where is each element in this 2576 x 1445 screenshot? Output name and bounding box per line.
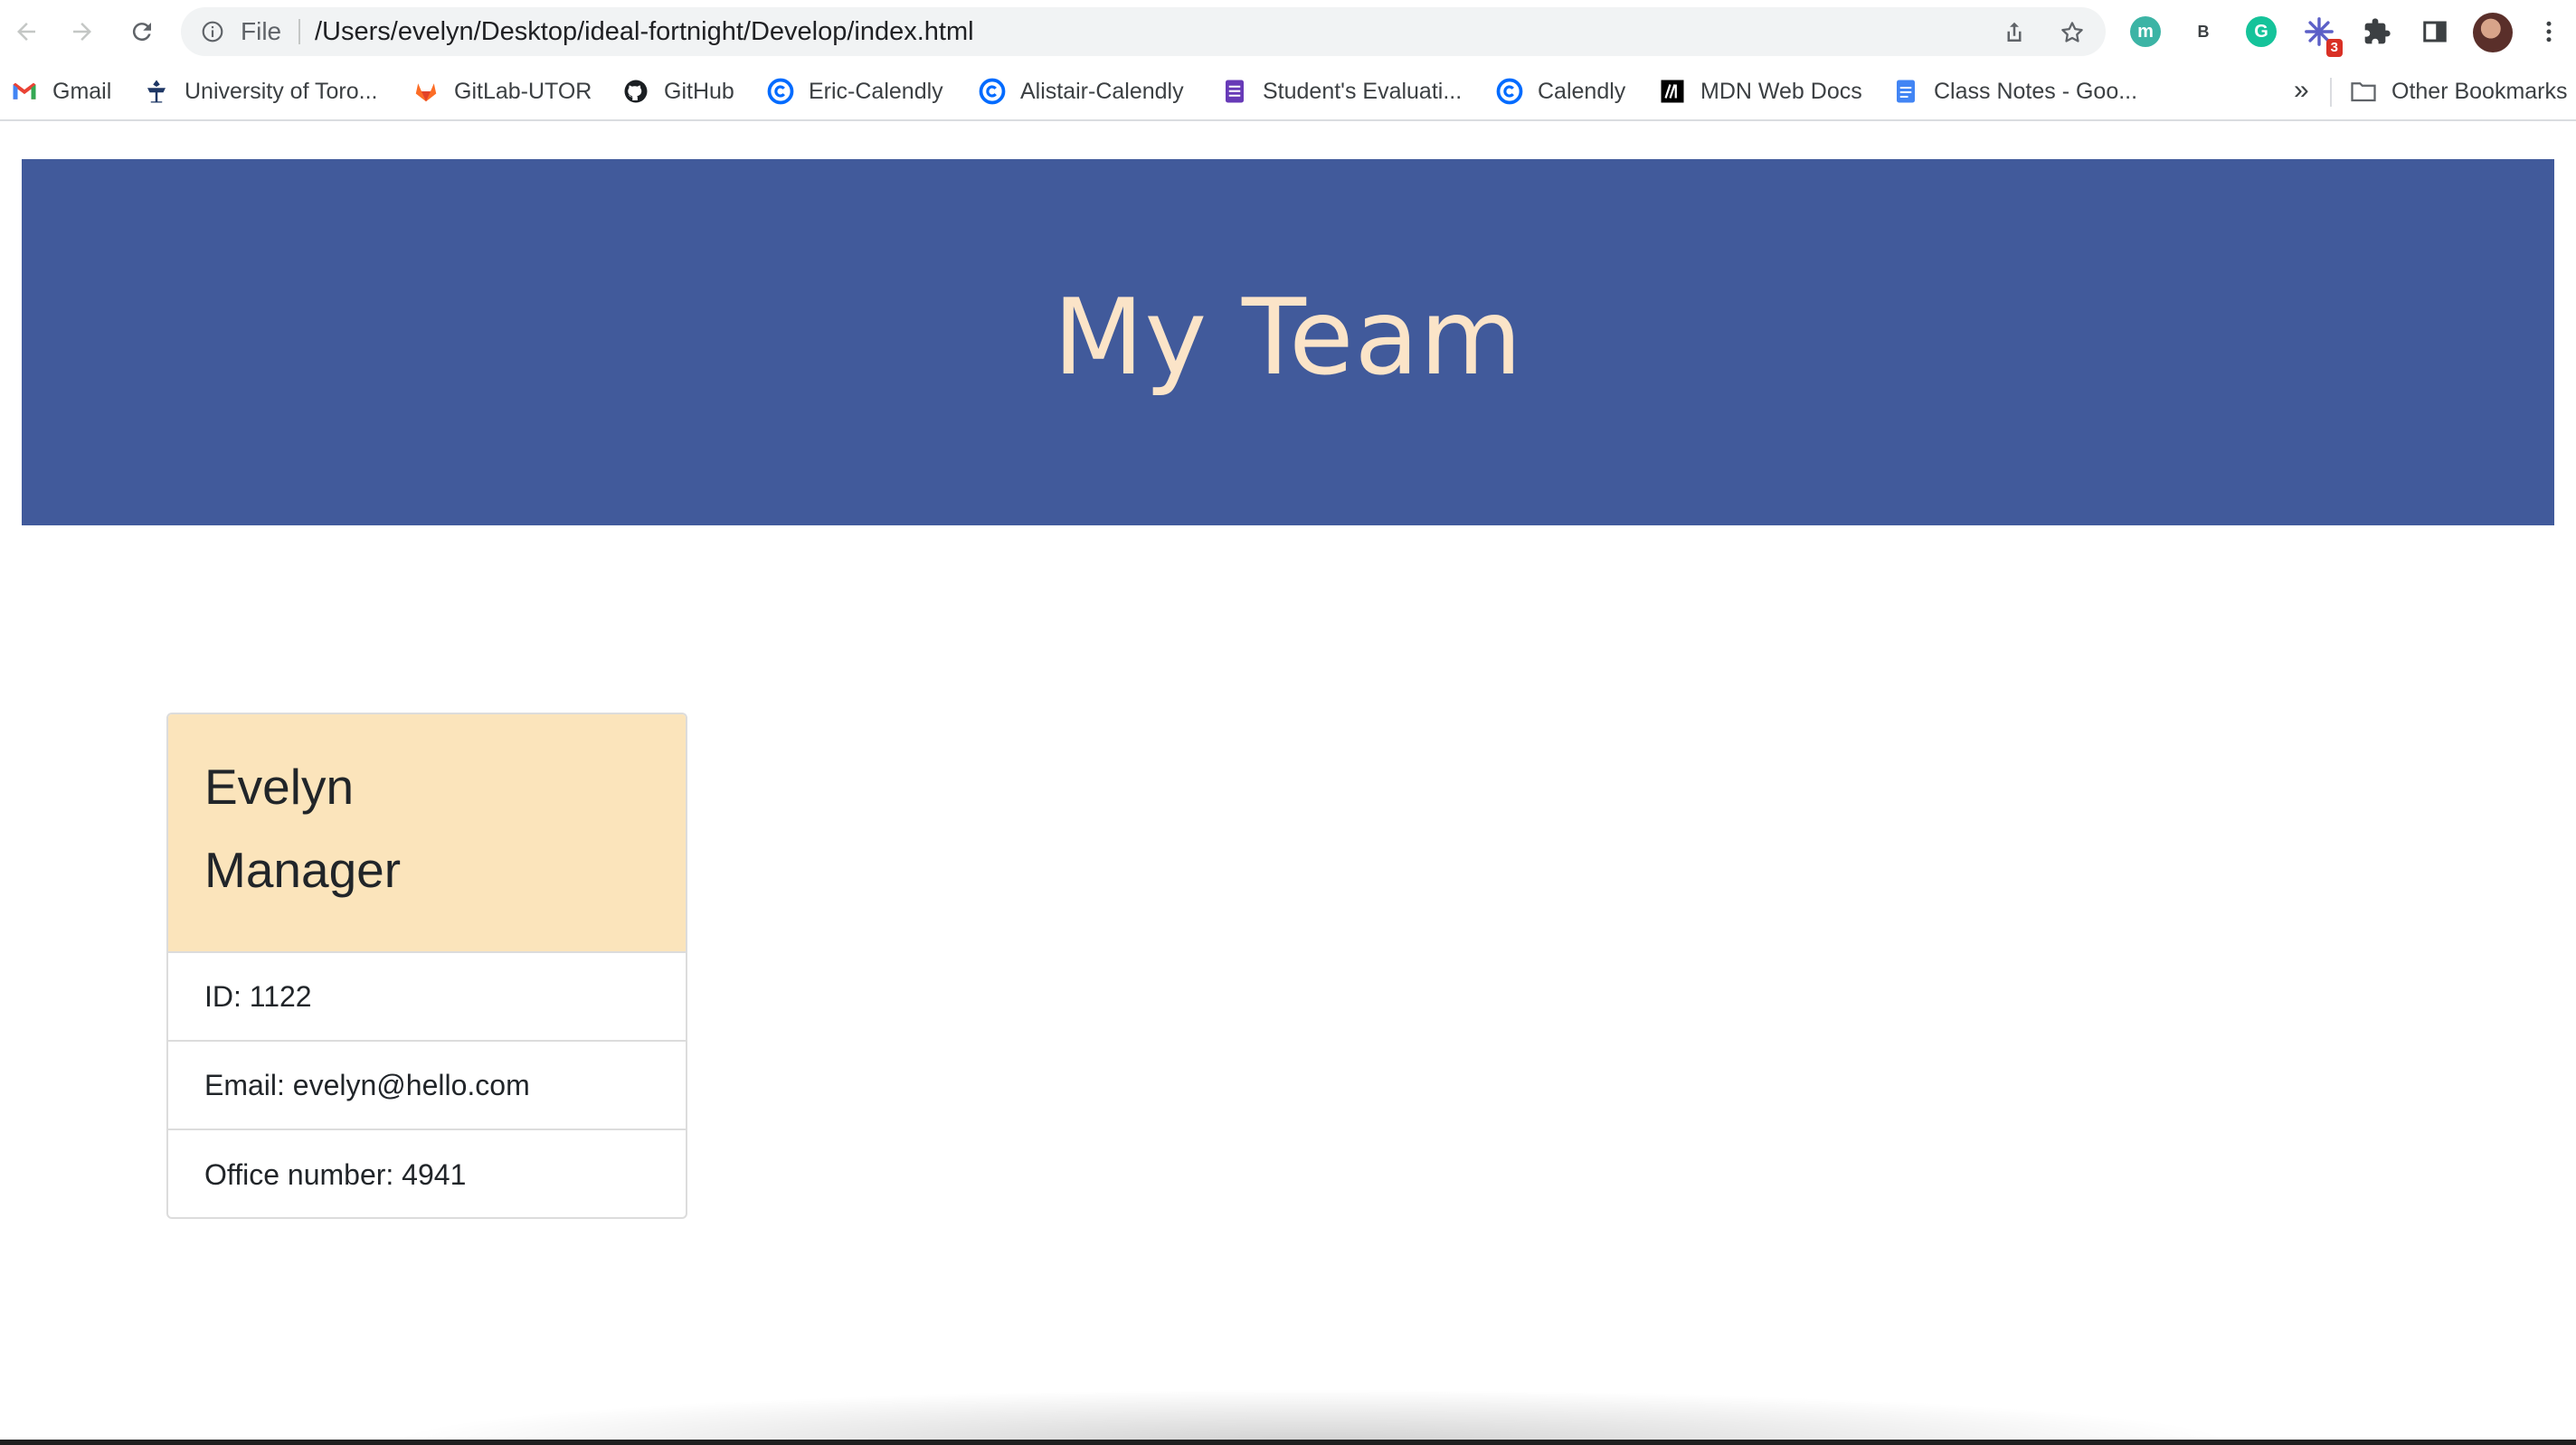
calendly-icon <box>767 78 794 105</box>
bookmarks-bar: Gmail University of Toro... GitLab-UTOR … <box>0 63 2576 121</box>
bottom-shadow <box>380 1389 2243 1443</box>
bookmark-label: Class Notes - Goo... <box>1934 78 2138 104</box>
employee-card: Evelyn Manager ID: 1122 Email: evelyn@he… <box>166 713 687 1219</box>
bookmark-alistair-calendly[interactable]: Alistair-Calendly <box>979 63 1184 119</box>
gmail-icon <box>11 78 38 105</box>
bookmark-calendly[interactable]: Calendly <box>1496 63 1625 119</box>
extension-asterisk[interactable]: 3 <box>2301 14 2343 57</box>
omnibox-separator <box>298 19 300 44</box>
address-bar[interactable]: File /Users/evelyn/Desktop/ideal-fortnig… <box>181 7 2106 56</box>
bookmark-label: MDN Web Docs <box>1700 78 1862 104</box>
bookmarks-overflow-button[interactable]: » <box>2294 63 2309 119</box>
extension-b[interactable]: B <box>2185 14 2221 50</box>
reload-icon <box>132 23 151 42</box>
back-arrow-icon <box>17 23 35 41</box>
kebab-menu-icon <box>2546 21 2552 42</box>
bookmark-gmail[interactable]: Gmail <box>11 63 111 119</box>
bookmark-label: GitLab-UTOR <box>454 78 592 104</box>
employee-id: ID: 1122 <box>168 953 686 1042</box>
bookmark-github[interactable]: GitHub <box>622 63 734 119</box>
bookmark-label: Gmail <box>52 78 112 104</box>
bookmark-eric-calendly[interactable]: Eric-Calendly <box>767 63 943 119</box>
bookmark-label: Calendly <box>1538 78 1626 104</box>
bottom-edge <box>0 1440 2576 1445</box>
extension-b-icon: B <box>2188 16 2219 47</box>
bookmark-university[interactable]: University of Toro... <box>143 63 378 119</box>
employee-card-header: Evelyn Manager <box>168 714 686 953</box>
share-icon[interactable] <box>2001 19 2028 46</box>
calendly-icon <box>979 78 1006 105</box>
mdn-icon <box>1659 78 1686 105</box>
employee-role: Manager <box>204 842 402 898</box>
site-info-icon[interactable] <box>201 20 224 43</box>
grammarly-extension[interactable]: G <box>2243 14 2279 50</box>
page-title: My Team <box>1053 277 1523 399</box>
bookmark-label: GitHub <box>664 78 734 104</box>
bookmark-mdn[interactable]: MDN Web Docs <box>1659 63 1862 119</box>
docs-icon <box>1892 78 1919 105</box>
calendly-icon <box>1496 78 1523 105</box>
url-scheme-label: File <box>241 17 282 45</box>
bookmarks-divider <box>2330 78 2332 107</box>
grammarly-icon: G <box>2246 16 2277 47</box>
bookmark-label: Eric-Calendly <box>809 78 943 104</box>
bookmark-label: Student's Evaluati... <box>1263 78 1463 104</box>
github-icon <box>622 78 649 105</box>
bookmark-class-notes[interactable]: Class Notes - Goo... <box>1892 63 2137 119</box>
browser-menu-button[interactable] <box>2531 14 2567 50</box>
extensions-button[interactable] <box>2359 14 2395 50</box>
extension-m[interactable]: m <box>2127 14 2164 50</box>
employee-office-number: Office number: 4941 <box>204 1157 467 1191</box>
page-viewport: My Team Evelyn Manager ID: 1122 Email: e… <box>0 123 2576 1445</box>
puzzle-piece-icon <box>2364 18 2391 44</box>
gitlab-icon <box>412 78 440 105</box>
extension-badge: 3 <box>2325 39 2343 57</box>
url-text[interactable]: /Users/evelyn/Desktop/ideal-fortnight/De… <box>315 7 974 56</box>
forms-icon <box>1221 78 1248 105</box>
forward-button[interactable] <box>63 13 101 51</box>
profile-avatar[interactable] <box>2473 13 2513 52</box>
bookmark-label: Alistair-Calendly <box>1020 78 1184 104</box>
employee-email: Email: evelyn@hello.com <box>168 1042 686 1130</box>
bookmark-student-evaluation[interactable]: Student's Evaluati... <box>1221 63 1462 119</box>
bookmark-gitlab[interactable]: GitLab-UTOR <box>412 63 592 119</box>
employee-name: Evelyn <box>204 759 355 815</box>
bookmark-label: University of Toro... <box>185 78 378 104</box>
forward-arrow-icon <box>73 23 91 41</box>
extension-m-icon: m <box>2130 16 2161 47</box>
browser-toolbar: File /Users/evelyn/Desktop/ideal-fortnig… <box>0 0 2576 63</box>
bookmark-star-icon[interactable] <box>2059 19 2086 46</box>
side-panel-icon <box>2423 21 2447 42</box>
folder-icon <box>2350 78 2377 105</box>
reload-button[interactable] <box>123 13 161 51</box>
team-header-banner: My Team <box>22 159 2554 525</box>
bookmark-label: Other Bookmarks <box>2391 78 2568 104</box>
side-panel-button[interactable] <box>2417 14 2453 50</box>
back-button[interactable] <box>7 13 45 51</box>
university-crest-icon <box>143 78 170 105</box>
bookmark-other-bookmarks[interactable]: Other Bookmarks <box>2350 63 2568 119</box>
